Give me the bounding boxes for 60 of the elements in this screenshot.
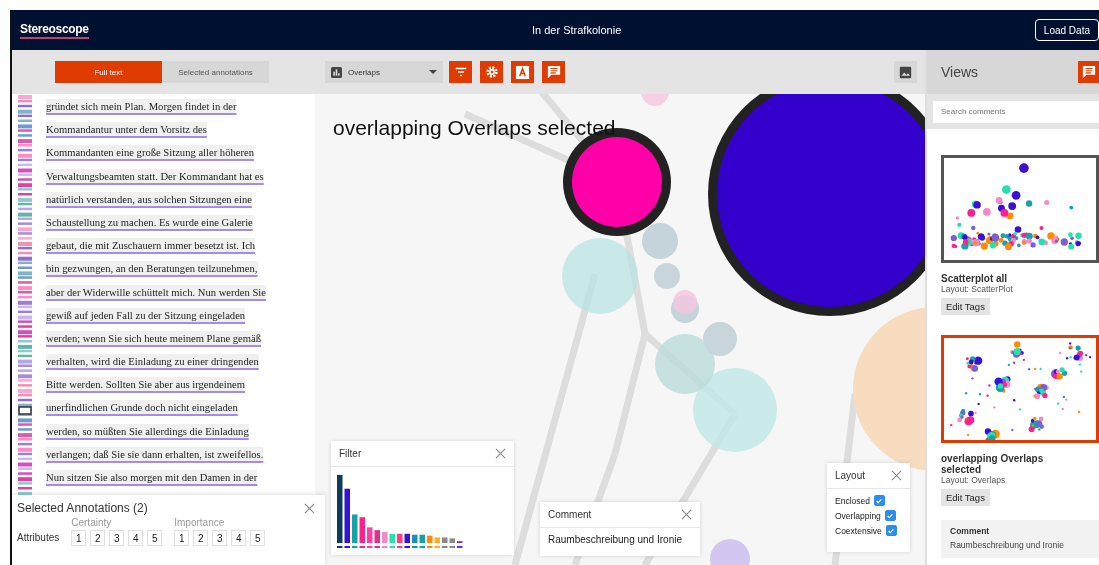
close-icon[interactable] xyxy=(495,448,506,459)
search-field[interactable]: Search comments xyxy=(933,100,1099,123)
edit-tags-button[interactable]: Edit Tags xyxy=(941,297,990,315)
comment-text: Raumbeschreibung und Ironie xyxy=(950,539,1065,550)
option-label: Coextensive xyxy=(835,525,882,536)
attributes-label: Attributes xyxy=(17,532,60,543)
annotation-button[interactable] xyxy=(511,61,534,83)
rating-button[interactable]: 3 xyxy=(109,530,125,546)
view-thumbnail[interactable] xyxy=(941,154,1099,263)
view-layout: Layout: ScatterPlot xyxy=(941,283,1013,294)
close-icon[interactable] xyxy=(891,470,902,481)
comment-title: Comment xyxy=(950,525,991,536)
logo[interactable]: Stereoscope xyxy=(20,21,89,39)
close-icon[interactable] xyxy=(304,502,315,514)
gear-icon xyxy=(484,65,499,79)
settings-button[interactable] xyxy=(480,61,503,83)
panel-title: Selected Annotations (2) xyxy=(17,501,148,515)
rating-button[interactable]: 4 xyxy=(128,530,144,546)
load-data-button[interactable]: Load Data xyxy=(1034,19,1099,41)
image-export-button[interactable] xyxy=(894,61,917,83)
rating-button[interactable]: 1 xyxy=(71,530,87,546)
comment-button[interactable] xyxy=(542,61,565,83)
edit-tags-button[interactable]: Edit Tags xyxy=(941,488,990,506)
option-label: Enclosed xyxy=(835,495,870,506)
view-tab[interactable]: Selected annotations xyxy=(162,61,269,83)
filter-button[interactable] xyxy=(449,61,472,83)
rating-button[interactable]: 2 xyxy=(90,530,106,546)
view-title: Scatterplot all xyxy=(941,272,1009,284)
view-tab[interactable]: Full text xyxy=(55,61,162,83)
panel-title: Filter xyxy=(339,448,362,459)
view-title: overlapping Overlaps selected xyxy=(941,452,1045,475)
attribute-label: Certainty xyxy=(71,517,113,528)
checkbox[interactable] xyxy=(884,510,896,521)
comment-icon xyxy=(546,65,561,79)
close-icon[interactable] xyxy=(681,509,692,520)
rating-button[interactable]: 5 xyxy=(250,530,266,546)
option-label: Overlapping xyxy=(835,510,881,521)
layout-select[interactable]: Overlaps xyxy=(325,61,443,83)
comment-icon xyxy=(1081,65,1096,79)
rating-button[interactable]: 4 xyxy=(231,530,247,546)
comment-button[interactable] xyxy=(1078,61,1099,83)
views-title: Views xyxy=(941,64,980,80)
view-thumbnail[interactable] xyxy=(941,334,1099,443)
document-title: In der Strafkolonie xyxy=(532,24,622,36)
filter-icon xyxy=(453,65,468,79)
attribute-label: Importance xyxy=(174,517,226,528)
chart-icon xyxy=(331,66,342,78)
panel-title: Layout xyxy=(835,470,866,481)
image-icon xyxy=(899,65,912,79)
rating-button[interactable]: 3 xyxy=(212,530,228,546)
rating-button[interactable]: 2 xyxy=(193,530,209,546)
checkbox[interactable] xyxy=(873,495,885,506)
caret-icon xyxy=(429,70,437,74)
view-layout: Layout: Overlaps xyxy=(941,474,1006,485)
rating-button[interactable]: 5 xyxy=(147,530,163,546)
text-format-icon xyxy=(515,64,530,80)
panel-title: Comment xyxy=(548,509,592,520)
comment-text: Raumbeschreibung und Ironie xyxy=(547,533,683,547)
rating-button[interactable]: 1 xyxy=(174,530,190,546)
checkbox[interactable] xyxy=(885,525,897,536)
